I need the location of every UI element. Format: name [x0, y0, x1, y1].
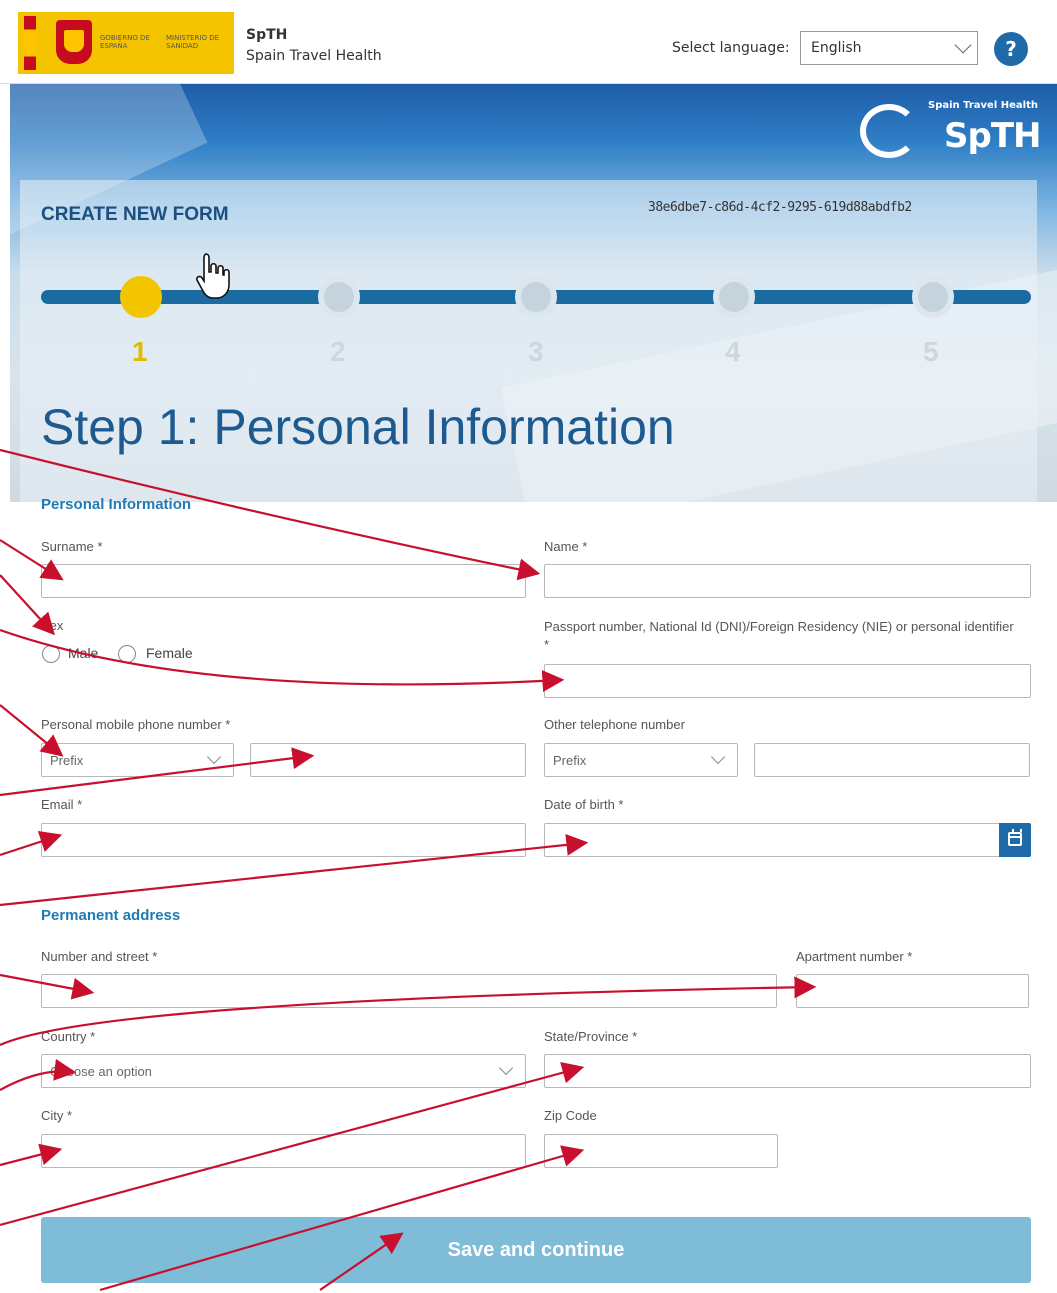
female-label: Female [146, 645, 193, 661]
chevron-down-icon [710, 749, 726, 765]
country-label: Country * [41, 1029, 96, 1044]
email-label: Email * [41, 797, 83, 812]
section-title-address: Permanent address [41, 907, 181, 924]
chevron-down-icon [498, 1060, 514, 1076]
dob-label: Date of birth * [544, 797, 624, 812]
other-phone-input[interactable] [754, 743, 1030, 777]
other-prefix-value: Prefix [553, 753, 587, 768]
page-title: CREATE NEW FORM [41, 204, 229, 225]
app-name: SpTH [246, 27, 288, 43]
gov-text: GOBIERNO DE ESPAÑA [100, 34, 150, 50]
coat-of-arms-icon [56, 20, 92, 64]
step-number-3: 3 [528, 336, 544, 367]
country-value: Choose an option [50, 1064, 152, 1079]
calendar-button[interactable] [999, 823, 1031, 857]
hand-cursor-icon [196, 253, 230, 299]
name-input[interactable] [544, 564, 1031, 598]
sex-label: Sex [41, 618, 64, 633]
step-number-5: 5 [923, 336, 939, 367]
top-header: GOBIERNO DE ESPAÑA MINISTERIO DE SANIDAD… [0, 0, 1057, 84]
app-subtitle: Spain Travel Health [246, 48, 382, 64]
step-number-1: 1 [132, 336, 148, 367]
chevron-down-icon [206, 749, 222, 765]
spain-flag-icon [24, 16, 36, 70]
mobile-prefix-value: Prefix [50, 753, 84, 768]
other-phone-label: Other telephone number [544, 717, 685, 732]
apartment-input[interactable] [796, 974, 1029, 1008]
step-dot-2[interactable] [318, 276, 360, 318]
language-select[interactable]: English [800, 31, 978, 65]
globe-icon [860, 104, 918, 158]
dob-input[interactable] [544, 823, 1000, 857]
city-input[interactable] [41, 1134, 526, 1168]
mobile-phone-input[interactable] [250, 743, 526, 777]
spth-logo: Spain Travel Health SpTH [856, 98, 1052, 162]
id-label: Passport number, National Id (DNI)/Forei… [544, 619, 1014, 652]
step-dot-3[interactable] [515, 276, 557, 318]
step-number-2: 2 [330, 336, 346, 367]
surname-input[interactable] [41, 564, 526, 598]
zip-input[interactable] [544, 1134, 778, 1168]
logo-tagline: Spain Travel Health [928, 100, 1038, 111]
language-label: Select language: [672, 40, 790, 56]
state-input[interactable] [544, 1054, 1031, 1088]
female-radio[interactable] [118, 645, 136, 663]
other-prefix-select[interactable]: Prefix [544, 743, 738, 777]
section-title-personal: Personal Information [41, 496, 192, 513]
government-logo: GOBIERNO DE ESPAÑA MINISTERIO DE SANIDAD [18, 12, 234, 74]
male-radio[interactable] [42, 645, 60, 663]
male-label: Male [68, 645, 99, 661]
state-label: State/Province * [544, 1029, 638, 1044]
calendar-icon [1008, 829, 1022, 846]
step-dot-4[interactable] [713, 276, 755, 318]
mobile-prefix-select[interactable]: Prefix [41, 743, 234, 777]
step-dot-5[interactable] [912, 276, 954, 318]
zip-label: Zip Code [544, 1108, 597, 1123]
logo-text: SpTH [944, 116, 1041, 156]
step-number-4: 4 [725, 336, 741, 367]
step-title: Step 1: Personal Information [41, 399, 675, 455]
country-select[interactable]: Choose an option [41, 1054, 526, 1088]
ministry-text: MINISTERIO DE SANIDAD [166, 34, 220, 50]
id-input[interactable] [544, 664, 1031, 698]
mobile-phone-label: Personal mobile phone number * [41, 717, 231, 732]
form-id: 38e6dbe7-c86d-4cf2-9295-619d88abdfb2 [648, 200, 912, 215]
email-input[interactable] [41, 823, 526, 857]
help-icon[interactable]: ? [994, 32, 1028, 66]
street-label: Number and street * [41, 949, 158, 964]
step-dot-1[interactable] [120, 276, 162, 318]
surname-label: Surname * [41, 539, 103, 554]
street-input[interactable] [41, 974, 777, 1008]
apartment-label: Apartment number * [796, 949, 913, 964]
name-label: Name * [544, 539, 588, 554]
save-and-continue-button[interactable]: Save and continue [41, 1217, 1031, 1283]
city-label: City * [41, 1108, 73, 1123]
language-value: English [811, 40, 862, 56]
chevron-down-icon [954, 36, 972, 54]
